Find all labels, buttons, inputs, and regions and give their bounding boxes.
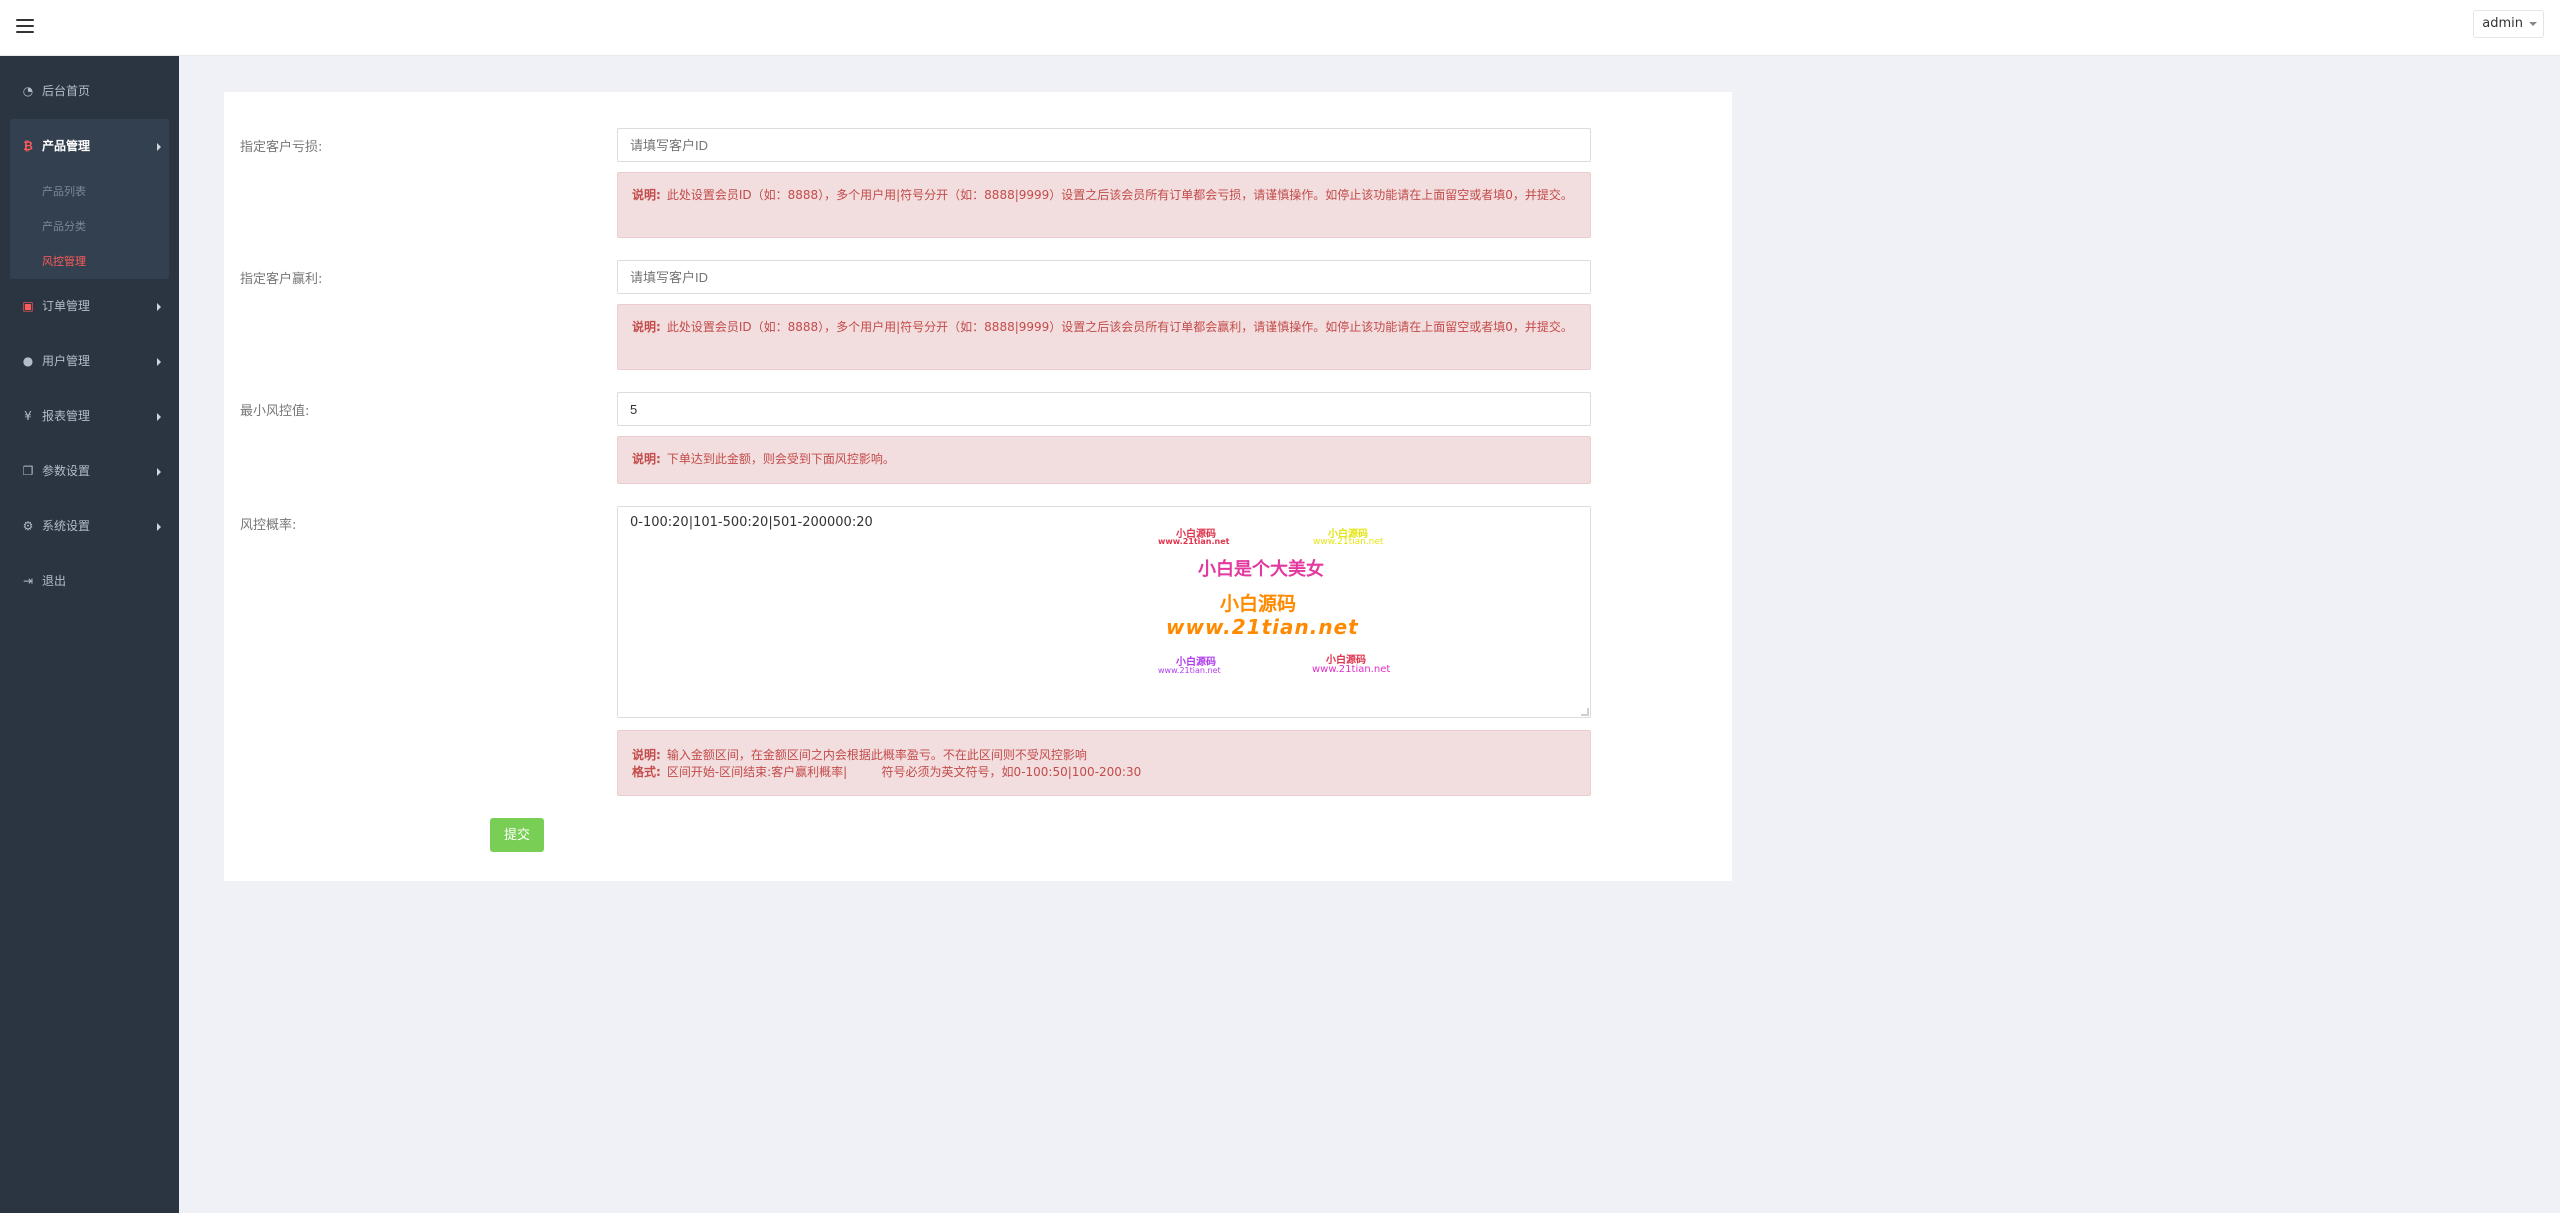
profit-label: 指定客户赢利: <box>240 272 323 287</box>
min-value-input[interactable] <box>617 392 1591 426</box>
order-icon: ▣ <box>22 299 34 313</box>
sidebar-item-label: 参数设置 <box>42 464 91 478</box>
copy-icon: ❐ <box>22 464 34 478</box>
sidebar-item-label: 订单管理 <box>42 299 91 313</box>
watermark-text: www.21tian.net <box>1158 666 1221 675</box>
sidebar-subitem-product-category[interactable]: 产品分类 <box>10 209 169 244</box>
yen-icon: ¥ <box>24 409 32 423</box>
caret-down-icon <box>2529 22 2537 26</box>
note-text: 区间开始-区间结束:客户赢利概率| 符号必须为英文符号，如0-100:50|10… <box>666 765 1142 779</box>
sidebar-subitem-risk-control[interactable]: 风控管理 <box>10 244 169 279</box>
submit-button[interactable]: 提交 <box>490 818 544 852</box>
watermark-text: www.21tian.net <box>1158 537 1230 546</box>
note-line: 格式: 区间开始-区间结束:客户赢利概率| 符号必须为英文符号，如0-100:50… <box>632 764 1576 781</box>
caret-right-icon <box>157 358 161 366</box>
sidebar-item-dashboard[interactable]: ◔ 后台首页 <box>10 64 169 119</box>
caret-right-icon <box>157 413 161 421</box>
resize-handle[interactable] <box>1581 708 1589 716</box>
watermark-text: 小白源码 <box>1220 593 1297 615</box>
rate-value: 0-100:20|101-500:20|501-200000:20 <box>630 515 873 530</box>
sidebar-item-label: 用户管理 <box>42 354 91 368</box>
rate-note: 说明: 输入金额区间，在金额区间之内会根据此概率盈亏。不在此区间则不受风控影响 格… <box>617 730 1591 796</box>
sign-out-icon: ⇥ <box>22 574 34 588</box>
caret-right-icon <box>157 468 161 476</box>
rate-textarea[interactable]: 0-100:20|101-500:20|501-200000:20 小白源码 w… <box>617 506 1591 718</box>
profit-note: 说明: 此处设置会员ID（如：8888），多个用户用|符号分开（如：8888|99… <box>617 304 1591 370</box>
loss-customer-input[interactable] <box>617 128 1591 162</box>
note-text: 此处设置会员ID（如：8888），多个用户用|符号分开（如：8888|9999）… <box>666 188 1573 202</box>
caret-right-icon <box>157 143 161 151</box>
note-title: 格式: <box>632 765 661 779</box>
sidebar-item-label: 退出 <box>42 574 67 588</box>
watermark-text: www.21tian.net <box>1313 537 1384 547</box>
note-title: 说明: <box>632 748 661 762</box>
top-bar: admin <box>0 0 2560 56</box>
min-value-note: 说明: 下单达到此金额，则会受到下面风控影响。 <box>617 436 1591 484</box>
loss-label: 指定客户亏损: <box>240 140 323 155</box>
profit-customer-input[interactable] <box>617 260 1591 294</box>
sidebar-item-orders[interactable]: ▣ 订单管理 <box>10 279 169 334</box>
note-line: 说明: 输入金额区间，在金额区间之内会根据此概率盈亏。不在此区间则不受风控影响 <box>632 747 1576 764</box>
watermark-text: www.21tian.net <box>1312 664 1391 675</box>
rate-label: 风控概率: <box>240 518 297 533</box>
watermark-text: www.21tian.net <box>1166 615 1359 639</box>
sidebar-item-logout[interactable]: ⇥ 退出 <box>10 554 169 609</box>
sidebar-item-params[interactable]: ❐ 参数设置 <box>10 444 169 499</box>
user-name: admin <box>2482 16 2523 31</box>
sidebar-item-system[interactable]: ⚙ 系统设置 <box>10 499 169 554</box>
watermark-image: 小白源码 www.21tian.net 小白源码 www.21tian.net … <box>1158 525 1418 695</box>
watermark-text: 小白是个大美女 <box>1198 559 1324 580</box>
caret-right-icon <box>157 303 161 311</box>
sidebar-item-products[interactable]: ₿ 产品管理 <box>10 119 169 174</box>
bitcoin-icon: ₿ <box>23 139 33 153</box>
loss-note: 说明: 此处设置会员ID（如：8888），多个用户用|符号分开（如：8888|99… <box>617 172 1591 238</box>
dashboard-icon: ◔ <box>22 84 34 98</box>
caret-right-icon <box>157 523 161 531</box>
note-text: 下单达到此金额，则会受到下面风控影响。 <box>666 452 895 466</box>
sidebar-item-label: 报表管理 <box>42 409 91 423</box>
note-title: 说明: <box>632 188 661 202</box>
note-title: 说明: <box>632 452 661 466</box>
cogs-icon: ⚙ <box>22 519 34 533</box>
sidebar-item-users[interactable]: ● 用户管理 <box>10 334 169 389</box>
sidebar-subitem-product-list[interactable]: 产品列表 <box>10 174 169 209</box>
sidebar-item-label: 产品管理 <box>42 139 91 153</box>
sidebar-group-products: ₿ 产品管理 产品列表 产品分类 风控管理 <box>10 119 169 279</box>
user-dropdown[interactable]: admin <box>2473 10 2544 38</box>
sidebar: ◔ 后台首页 ₿ 产品管理 产品列表 产品分类 风控管理 ▣ 订单管理 ● 用户… <box>0 56 179 1213</box>
note-text: 输入金额区间，在金额区间之内会根据此概率盈亏。不在此区间则不受风控影响 <box>666 748 1087 762</box>
note-title: 说明: <box>632 320 661 334</box>
note-text: 此处设置会员ID（如：8888），多个用户用|符号分开（如：8888|9999）… <box>666 320 1573 334</box>
min-value-label: 最小风控值: <box>240 404 310 419</box>
user-icon: ● <box>22 354 34 368</box>
risk-control-form: 指定客户亏损: 说明: 此处设置会员ID（如：8888），多个用户用|符号分开（如… <box>224 92 1732 881</box>
menu-toggle-icon[interactable] <box>16 19 34 33</box>
sidebar-item-label: 系统设置 <box>42 519 91 533</box>
sidebar-item-reports[interactable]: ¥ 报表管理 <box>10 389 169 444</box>
sidebar-item-label: 后台首页 <box>42 84 91 98</box>
